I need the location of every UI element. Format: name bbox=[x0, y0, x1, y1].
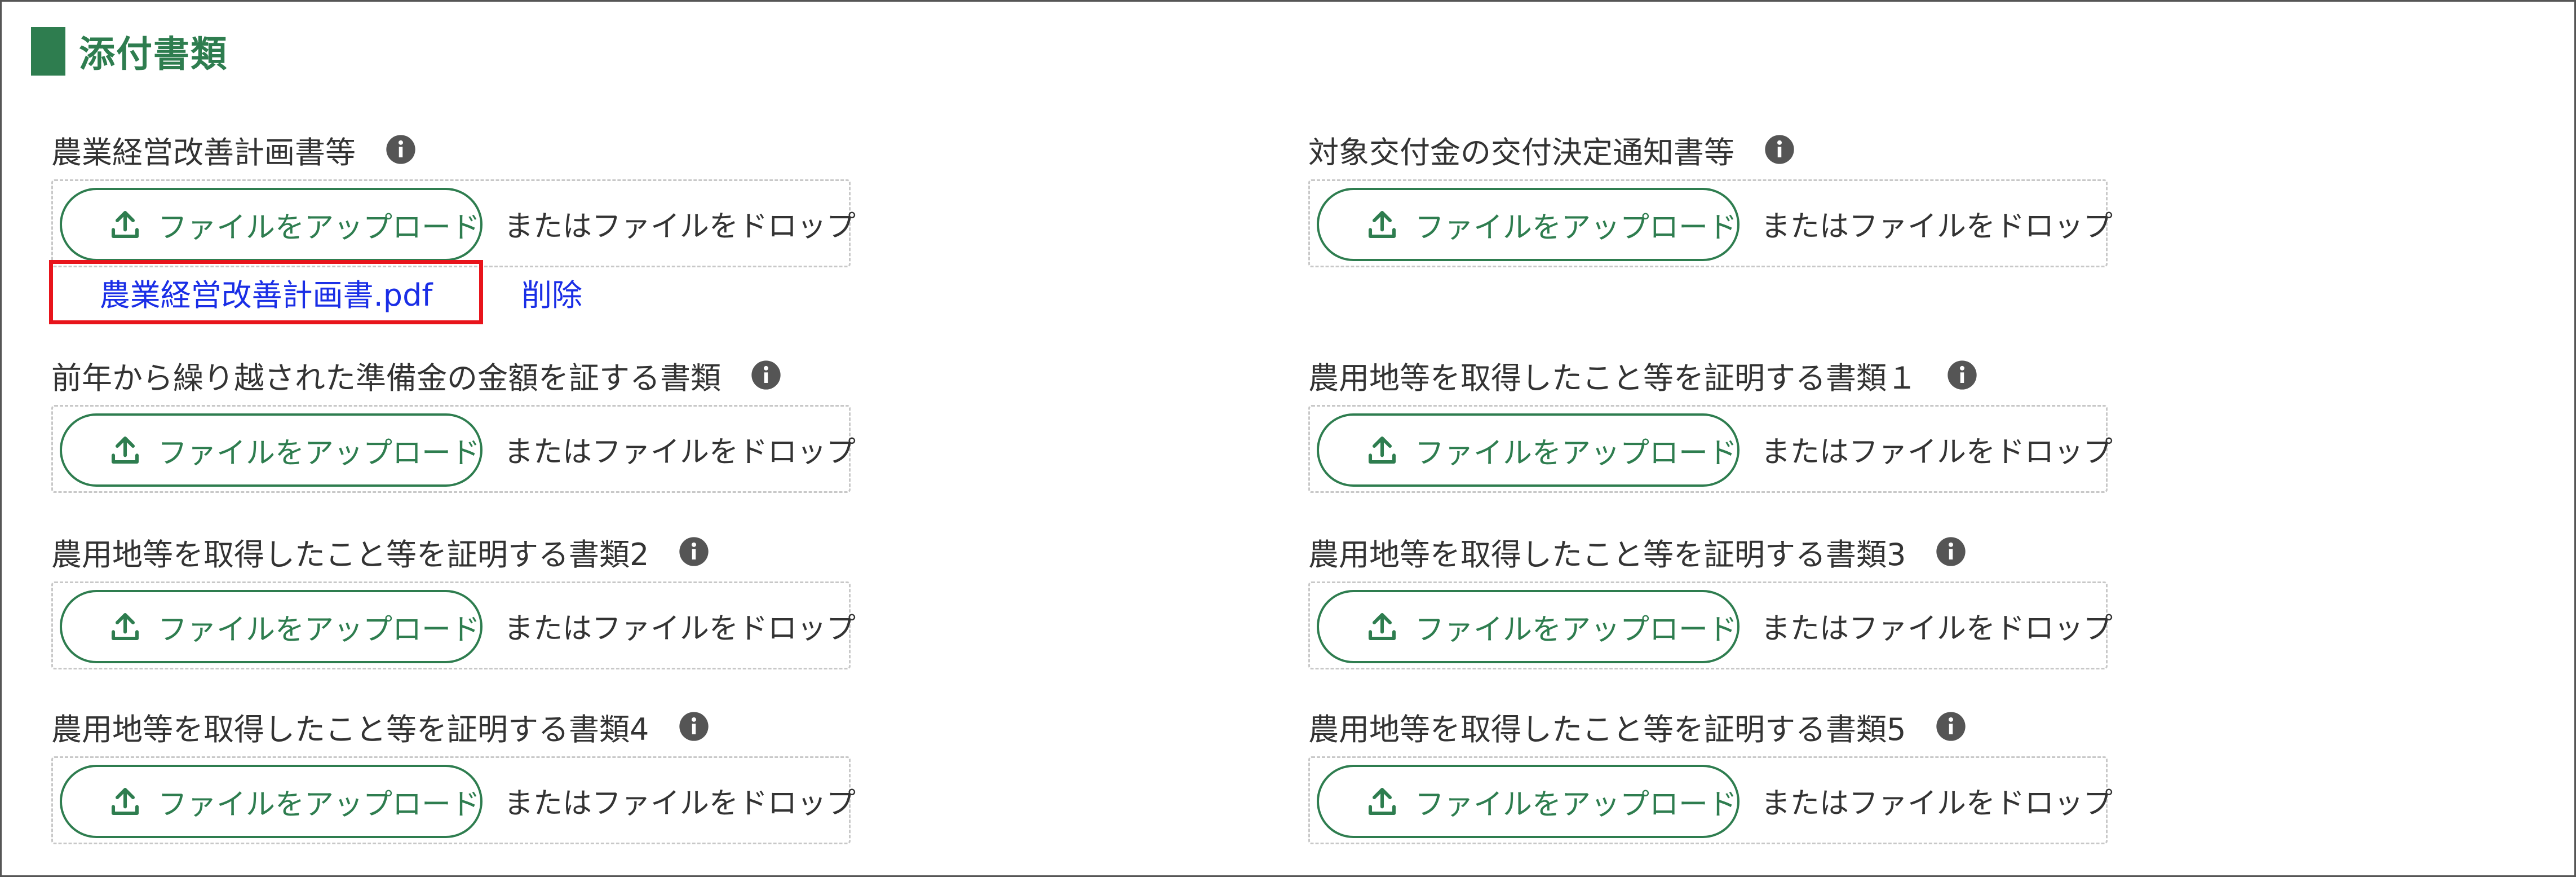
upload-icon bbox=[1366, 434, 1398, 466]
upload-file-button[interactable]: ファイルをアップロード bbox=[1317, 413, 1740, 487]
drop-hint-text: またはファイルをドロップ bbox=[1761, 786, 2113, 821]
section-header: 添付書類 bbox=[31, 27, 228, 76]
file-dropzone[interactable]: ファイルをアップロード またはファイルをドロップ bbox=[1308, 581, 2113, 669]
file-dropzone[interactable]: ファイルをアップロード またはファイルをドロップ bbox=[51, 179, 856, 267]
drop-hint-text: またはファイルをドロップ bbox=[504, 435, 856, 469]
field-land-proof-2: 農用地等を取得したこと等を証明する書類2 ファイルをアップロード またはファイル… bbox=[51, 529, 856, 669]
upload-button-label: ファイルをアップロード bbox=[1415, 436, 1738, 470]
file-dropzone[interactable]: ファイルをアップロード またはファイルをドロップ bbox=[1308, 756, 2113, 844]
info-icon[interactable] bbox=[1946, 359, 1978, 391]
field-label-row: 対象交付金の交付決定通知書等 bbox=[1308, 127, 2109, 172]
field-label-row: 農用地等を取得したこと等を証明する書類4 bbox=[51, 704, 852, 749]
field-label: 前年から繰り越された準備金の金額を証する書類 bbox=[51, 360, 721, 396]
upload-button-label: ファイルをアップロード bbox=[158, 612, 481, 647]
info-icon[interactable] bbox=[678, 536, 710, 567]
info-icon[interactable] bbox=[1935, 536, 1967, 567]
attached-file-row: 農業経営改善計画書.pdf 削除 bbox=[49, 258, 582, 326]
field-management-plan: 農業経営改善計画書等 ファイルをアップロード またはファイルをドロップ bbox=[51, 127, 856, 267]
field-label: 農業経営改善計画書等 bbox=[51, 134, 356, 170]
upload-icon bbox=[109, 209, 141, 240]
upload-file-button[interactable]: ファイルをアップロード bbox=[60, 188, 483, 261]
section-title: 添付書類 bbox=[79, 34, 228, 76]
info-icon[interactable] bbox=[1764, 134, 1795, 165]
upload-button-label: ファイルをアップロード bbox=[1415, 210, 1738, 245]
upload-icon bbox=[1366, 786, 1398, 817]
field-label: 農用地等を取得したこと等を証明する書類１ bbox=[1308, 360, 1917, 396]
upload-button-label: ファイルをアップロード bbox=[158, 210, 481, 245]
field-grant-notice: 対象交付金の交付決定通知書等 ファイルをアップロード またはファイルをドロップ bbox=[1308, 127, 2113, 267]
field-label-row: 農用地等を取得したこと等を証明する書類2 bbox=[51, 529, 852, 574]
drop-hint-text: またはファイルをドロップ bbox=[1761, 209, 2113, 244]
file-dropzone[interactable]: ファイルをアップロード またはファイルをドロップ bbox=[1308, 179, 2113, 267]
upload-button-label: ファイルをアップロード bbox=[1415, 612, 1738, 647]
field-label-row: 農用地等を取得したこと等を証明する書類5 bbox=[1308, 704, 2109, 749]
upload-file-button[interactable]: ファイルをアップロード bbox=[1317, 765, 1740, 838]
file-dropzone[interactable]: ファイルをアップロード またはファイルをドロップ bbox=[51, 756, 856, 844]
drop-hint-text: またはファイルをドロップ bbox=[1761, 611, 2113, 646]
file-dropzone[interactable]: ファイルをアップロード またはファイルをドロップ bbox=[51, 405, 856, 493]
field-label-row: 前年から繰り越された準備金の金額を証する書類 bbox=[51, 352, 852, 398]
field-label: 農用地等を取得したこと等を証明する書類5 bbox=[1308, 711, 1906, 747]
field-land-proof-1: 農用地等を取得したこと等を証明する書類１ ファイルをアップロード またはファイル… bbox=[1308, 352, 2113, 493]
field-land-proof-3: 農用地等を取得したこと等を証明する書類3 ファイルをアップロード またはファイル… bbox=[1308, 529, 2113, 669]
drop-hint-text: またはファイルをドロップ bbox=[504, 611, 856, 646]
field-label-row: 農業経営改善計画書等 bbox=[51, 127, 852, 172]
attachments-panel: 添付書類 農業経営改善計画書等 ファイルをアップロード またはファイルをドロップ… bbox=[0, 0, 2576, 877]
drop-hint-text: またはファイルをドロップ bbox=[504, 209, 856, 244]
field-label: 農用地等を取得したこと等を証明する書類4 bbox=[51, 711, 649, 747]
attached-file-highlight: 農業経営改善計画書.pdf bbox=[49, 260, 483, 324]
upload-file-button[interactable]: ファイルをアップロード bbox=[60, 413, 483, 487]
upload-icon bbox=[1366, 611, 1398, 642]
upload-icon bbox=[109, 786, 141, 817]
field-label: 対象交付金の交付決定通知書等 bbox=[1308, 134, 1734, 170]
upload-file-button[interactable]: ファイルをアップロード bbox=[1317, 590, 1740, 663]
upload-file-button[interactable]: ファイルをアップロード bbox=[60, 590, 483, 663]
field-land-proof-4: 農用地等を取得したこと等を証明する書類4 ファイルをアップロード またはファイル… bbox=[51, 704, 856, 844]
file-dropzone[interactable]: ファイルをアップロード またはファイルをドロップ bbox=[1308, 405, 2113, 493]
upload-button-label: ファイルをアップロード bbox=[158, 436, 481, 470]
info-icon[interactable] bbox=[1935, 711, 1967, 742]
upload-file-button[interactable]: ファイルをアップロード bbox=[60, 765, 483, 838]
info-icon[interactable] bbox=[678, 711, 710, 742]
upload-file-button[interactable]: ファイルをアップロード bbox=[1317, 188, 1740, 261]
attached-file-link[interactable]: 農業経営改善計画書.pdf bbox=[100, 270, 433, 315]
upload-icon bbox=[109, 611, 141, 642]
field-land-proof-5: 農用地等を取得したこと等を証明する書類5 ファイルをアップロード またはファイル… bbox=[1308, 704, 2113, 844]
upload-button-label: ファイルをアップロード bbox=[1415, 787, 1738, 822]
drop-hint-text: またはファイルをドロップ bbox=[504, 786, 856, 821]
field-label-row: 農用地等を取得したこと等を証明する書類3 bbox=[1308, 529, 2109, 574]
info-icon[interactable] bbox=[385, 134, 417, 165]
upload-icon bbox=[1366, 209, 1398, 240]
info-icon[interactable] bbox=[750, 359, 782, 391]
upload-icon bbox=[109, 434, 141, 466]
field-label: 農用地等を取得したこと等を証明する書類3 bbox=[1308, 536, 1906, 572]
field-reserve-amount: 前年から繰り越された準備金の金額を証する書類 ファイルをアップロード またはファ… bbox=[51, 352, 856, 493]
file-dropzone[interactable]: ファイルをアップロード またはファイルをドロップ bbox=[51, 581, 856, 669]
field-label: 農用地等を取得したこと等を証明する書類2 bbox=[51, 536, 649, 572]
upload-button-label: ファイルをアップロード bbox=[158, 787, 481, 822]
delete-file-link[interactable]: 削除 bbox=[521, 270, 582, 315]
section-accent-bar bbox=[31, 27, 65, 76]
field-label-row: 農用地等を取得したこと等を証明する書類１ bbox=[1308, 352, 2109, 398]
drop-hint-text: またはファイルをドロップ bbox=[1761, 435, 2113, 469]
